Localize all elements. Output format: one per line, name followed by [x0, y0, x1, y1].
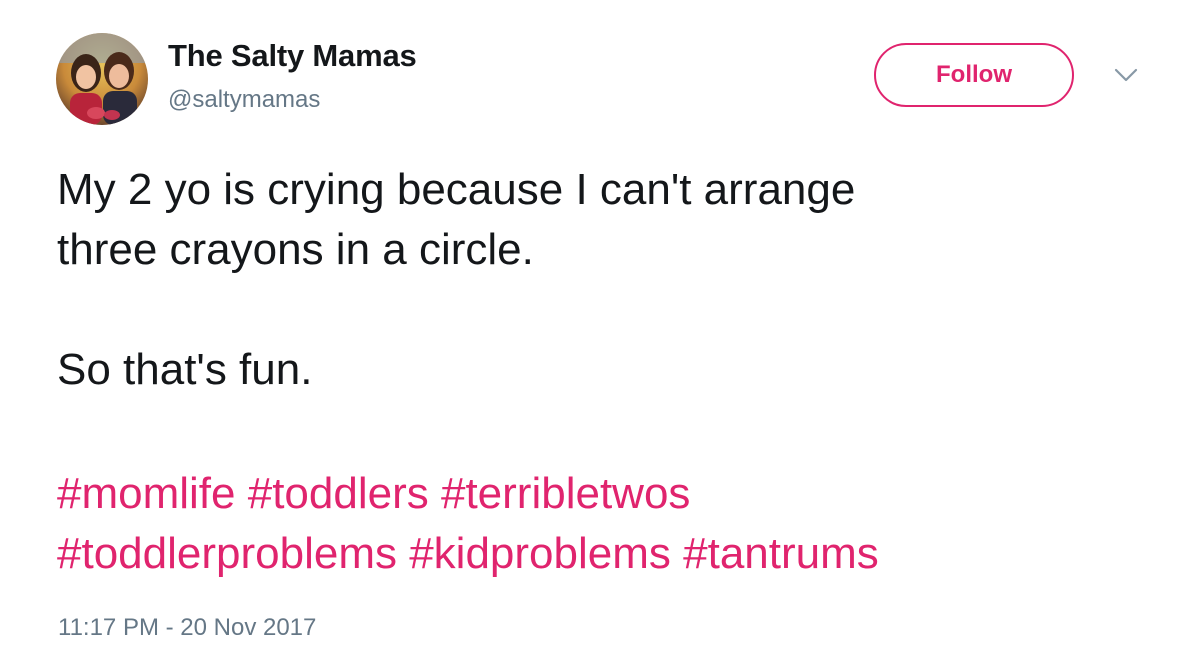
follow-button[interactable]: Follow [874, 43, 1074, 107]
tweet-text-line: My 2 yo is crying because I can't arrang… [57, 165, 856, 214]
hashtag-row: #momlife #toddlers #terribletwos [57, 464, 1157, 524]
hashtag-row: #toddlerproblems #kidproblems #tantrums [57, 524, 1157, 584]
hashtag-link[interactable]: #toddlerproblems [57, 529, 397, 578]
hashtag-list: #momlife #toddlers #terribletwos #toddle… [57, 464, 1157, 584]
chevron-down-icon [1114, 68, 1138, 82]
author-name[interactable]: The Salty Mamas [168, 38, 417, 74]
more-options-button[interactable] [1112, 64, 1140, 86]
hashtag-link[interactable]: #toddlers [248, 469, 429, 518]
tweet-text: My 2 yo is crying because I can't arrang… [57, 160, 1157, 400]
avatar-photo [56, 33, 148, 125]
tweet-card: The Salty Mamas @saltymamas Follow My 2 … [0, 0, 1200, 668]
tweet-timestamp[interactable]: 11:17 PM - 20 Nov 2017 [58, 614, 316, 642]
hashtag-link[interactable]: #kidproblems [409, 529, 671, 578]
hashtag-link[interactable]: #momlife [57, 469, 236, 518]
author-handle[interactable]: @saltymamas [168, 86, 320, 114]
hashtag-link[interactable]: #tantrums [683, 529, 879, 578]
hashtag-link[interactable]: #terribletwos [441, 469, 690, 518]
avatar[interactable] [56, 33, 148, 125]
paragraph-break [57, 280, 1157, 340]
tweet-text-line: So that's fun. [57, 345, 313, 394]
tweet-text-line: three crayons in a circle. [57, 225, 534, 274]
